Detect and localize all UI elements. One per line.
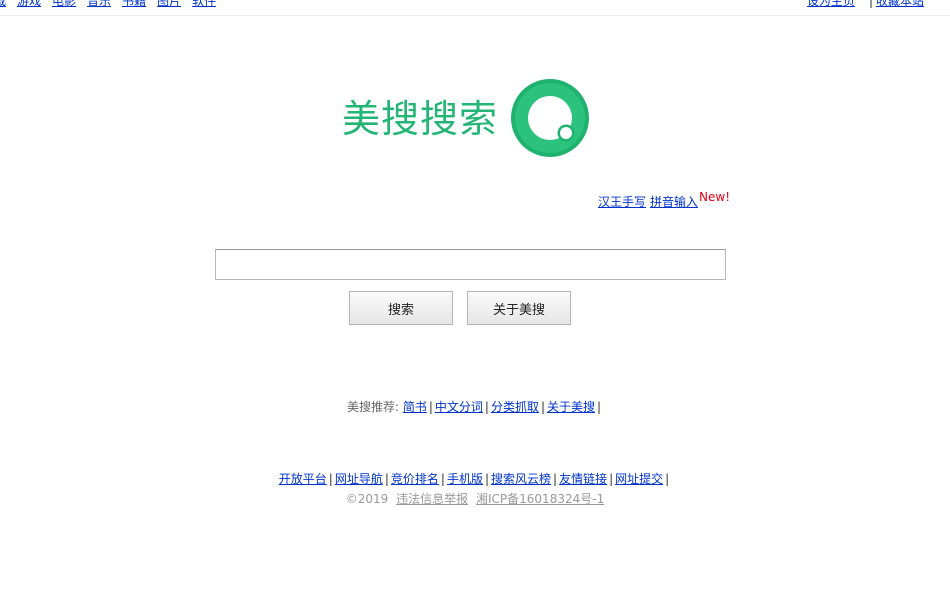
footer-link-submit-url[interactable]: 网址提交: [615, 472, 663, 486]
separator: |: [428, 400, 433, 414]
bookmark-site-link[interactable]: 收藏本站: [876, 0, 924, 8]
top-nav: 载 游戏 电影 音乐 书籍 图片 软件: [0, 0, 227, 9]
top-right-links: 设为主页 | 收藏本站: [807, 0, 924, 9]
green-ring-magnifier-logo-icon: [511, 79, 589, 157]
search-input[interactable]: [215, 249, 726, 280]
recommend-link-about[interactable]: 关于美搜: [547, 400, 595, 414]
recommend-link-crawl[interactable]: 分类抓取: [491, 400, 539, 414]
top-nav-download[interactable]: 载: [0, 0, 6, 8]
footer-link-mobile[interactable]: 手机版: [447, 472, 483, 486]
logo-text: 美搜搜索: [342, 97, 499, 141]
separator: |: [868, 0, 873, 8]
footer-link-url-nav[interactable]: 网址导航: [335, 472, 383, 486]
new-badge: New!: [699, 190, 730, 204]
input-method-links: 汉王手写 拼音输入New!: [594, 190, 730, 210]
copyright: ©2019 违法信息举报 湘ICP备16018324号-1: [0, 490, 950, 507]
footer-link-friends[interactable]: 友情链接: [559, 472, 607, 486]
separator: |: [597, 400, 602, 414]
top-bar: 载 游戏 电影 音乐 书籍 图片 软件 设为主页 | 收藏本站: [0, 0, 950, 16]
top-nav-games[interactable]: 游戏: [17, 0, 41, 8]
recommend-link-segmentation[interactable]: 中文分词: [435, 400, 483, 414]
separator: |: [540, 400, 545, 414]
top-nav-movies[interactable]: 电影: [52, 0, 76, 8]
illegal-report-link[interactable]: 违法信息举报: [396, 492, 468, 506]
top-nav-images[interactable]: 图片: [157, 0, 181, 8]
top-nav-music[interactable]: 音乐: [87, 0, 111, 8]
separator: |: [484, 400, 489, 414]
set-homepage-link[interactable]: 设为主页: [807, 0, 855, 8]
handwriting-input-link[interactable]: 汉王手写: [598, 195, 646, 209]
top-nav-books[interactable]: 书籍: [122, 0, 146, 8]
copyright-year: ©2019: [345, 492, 389, 506]
top-nav-software[interactable]: 软件: [192, 0, 216, 8]
search-button[interactable]: 搜索: [349, 291, 453, 325]
icp-link[interactable]: 湘ICP备16018324号-1: [476, 492, 604, 506]
footer-links: 开放平台 | 网址导航 | 竞价排名 | 手机版 | 搜索风云榜 | 友情链接 | 网址提交 |: [0, 470, 950, 487]
separator: |: [609, 472, 614, 486]
recommend-links: 美搜推荐: 简书 | 中文分词 | 分类抓取 | 关于美搜 |: [0, 398, 950, 415]
separator: |: [328, 472, 333, 486]
footer-link-trending[interactable]: 搜索风云榜: [491, 472, 551, 486]
recommend-link-jianshu[interactable]: 简书: [403, 400, 427, 414]
separator: |: [440, 472, 445, 486]
separator: |: [665, 472, 670, 486]
footer-link-open-platform[interactable]: 开放平台: [279, 472, 327, 486]
recommend-label: 美搜推荐:: [346, 400, 399, 414]
site-logo[interactable]: 美搜搜索: [342, 78, 592, 162]
separator: |: [484, 472, 490, 486]
pinyin-input-link[interactable]: 拼音输入: [650, 195, 698, 209]
about-button[interactable]: 关于美搜: [467, 291, 571, 325]
footer-link-bid-ranking[interactable]: 竞价排名: [391, 472, 439, 486]
separator: |: [384, 472, 389, 486]
separator: |: [553, 472, 558, 486]
